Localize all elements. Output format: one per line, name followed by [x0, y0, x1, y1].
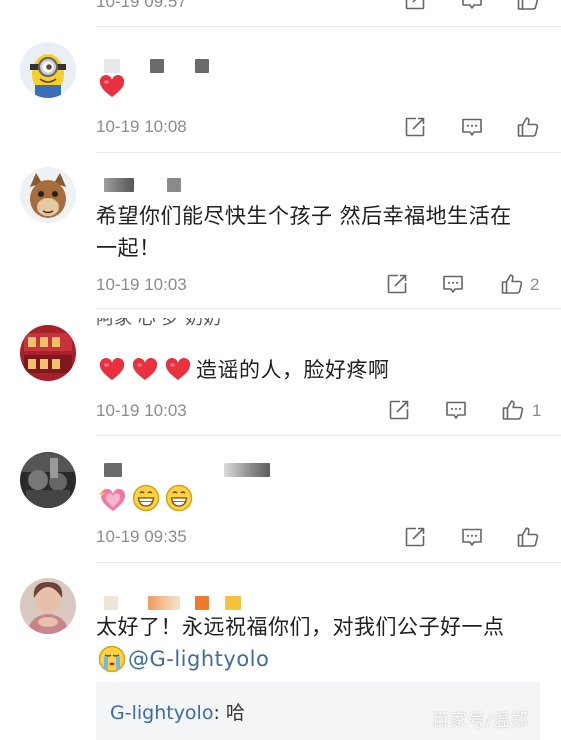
heart-icon — [99, 358, 125, 382]
username-partial[interactable]: 阿家 心 罗 奶奶 — [96, 318, 256, 330]
username-blurred[interactable] — [104, 463, 122, 477]
thumbs-up-icon[interactable] — [516, 525, 540, 549]
comment-timestamp: 10-19 10:03 — [96, 275, 187, 294]
share-square-icon[interactable] — [385, 272, 409, 296]
comment-timestamp: 10-19 09:57 — [96, 0, 187, 11]
heart-icon — [165, 358, 191, 382]
comment-icon[interactable] — [444, 398, 468, 422]
username-blurred[interactable] — [167, 178, 181, 192]
comment-timestamp: 10-19 10:03 — [96, 401, 187, 420]
share-square-icon[interactable] — [403, 115, 427, 139]
reply-author[interactable]: G-lightyolo — [110, 702, 213, 724]
username-blurred[interactable] — [195, 59, 209, 73]
divider — [96, 308, 561, 309]
thumbs-up-icon[interactable] — [500, 272, 524, 296]
comment-text: 太好了！永远祝福你们，对我们公子好一点 — [96, 615, 505, 639]
comment-text: 希望你们能尽快生个孩子 然后幸福地生活在 — [96, 204, 512, 228]
crying-face-icon — [98, 645, 126, 673]
divider — [96, 562, 561, 563]
heart-icon — [99, 75, 125, 99]
comment-icon[interactable] — [460, 115, 484, 139]
comment-icon[interactable] — [460, 525, 484, 549]
divider — [96, 435, 561, 436]
like-count: 1 — [532, 401, 542, 420]
username-blurred[interactable] — [224, 463, 270, 477]
watermark: 百家号/温郑 — [432, 711, 529, 731]
mention-link[interactable]: @G-lightyolo — [128, 643, 269, 675]
avatar[interactable] — [20, 42, 76, 98]
comment-text: 造谣的人，脸好疼啊 — [196, 358, 390, 382]
avatar[interactable] — [20, 325, 76, 381]
thumbs-up-icon[interactable] — [516, 115, 540, 139]
avatar[interactable] — [20, 167, 76, 223]
username-blurred[interactable] — [104, 59, 120, 73]
divider — [96, 152, 561, 153]
thumbs-up-icon[interactable] — [516, 0, 540, 12]
share-square-icon[interactable] — [403, 0, 427, 12]
grinning-face-icon — [132, 484, 160, 512]
comment-text: 一起！ — [96, 236, 161, 260]
comment-timestamp: 10-19 09:35 — [96, 527, 187, 546]
username-blurred[interactable] — [104, 178, 134, 192]
grinning-face-icon — [165, 484, 193, 512]
sparkling-heart-icon — [99, 488, 126, 511]
username-blurred[interactable] — [150, 59, 164, 73]
share-square-icon[interactable] — [403, 525, 427, 549]
comment-icon[interactable] — [460, 0, 484, 12]
username-blurred[interactable] — [195, 596, 209, 610]
comment-icon[interactable] — [441, 272, 465, 296]
heart-icon — [132, 358, 158, 382]
divider — [96, 26, 561, 27]
comment-timestamp: 10-19 10:08 — [96, 117, 187, 136]
like-count: 2 — [530, 275, 540, 294]
avatar[interactable] — [20, 578, 76, 634]
avatar[interactable] — [20, 452, 76, 508]
thumbs-up-icon[interactable] — [501, 398, 525, 422]
username-blurred[interactable] — [225, 596, 241, 610]
username-blurred[interactable] — [104, 596, 118, 610]
reply-text: G-lightyolo: 哈 — [110, 702, 245, 724]
username-blurred[interactable] — [148, 596, 180, 610]
reply-content: 哈 — [225, 702, 245, 724]
share-square-icon[interactable] — [387, 398, 411, 422]
